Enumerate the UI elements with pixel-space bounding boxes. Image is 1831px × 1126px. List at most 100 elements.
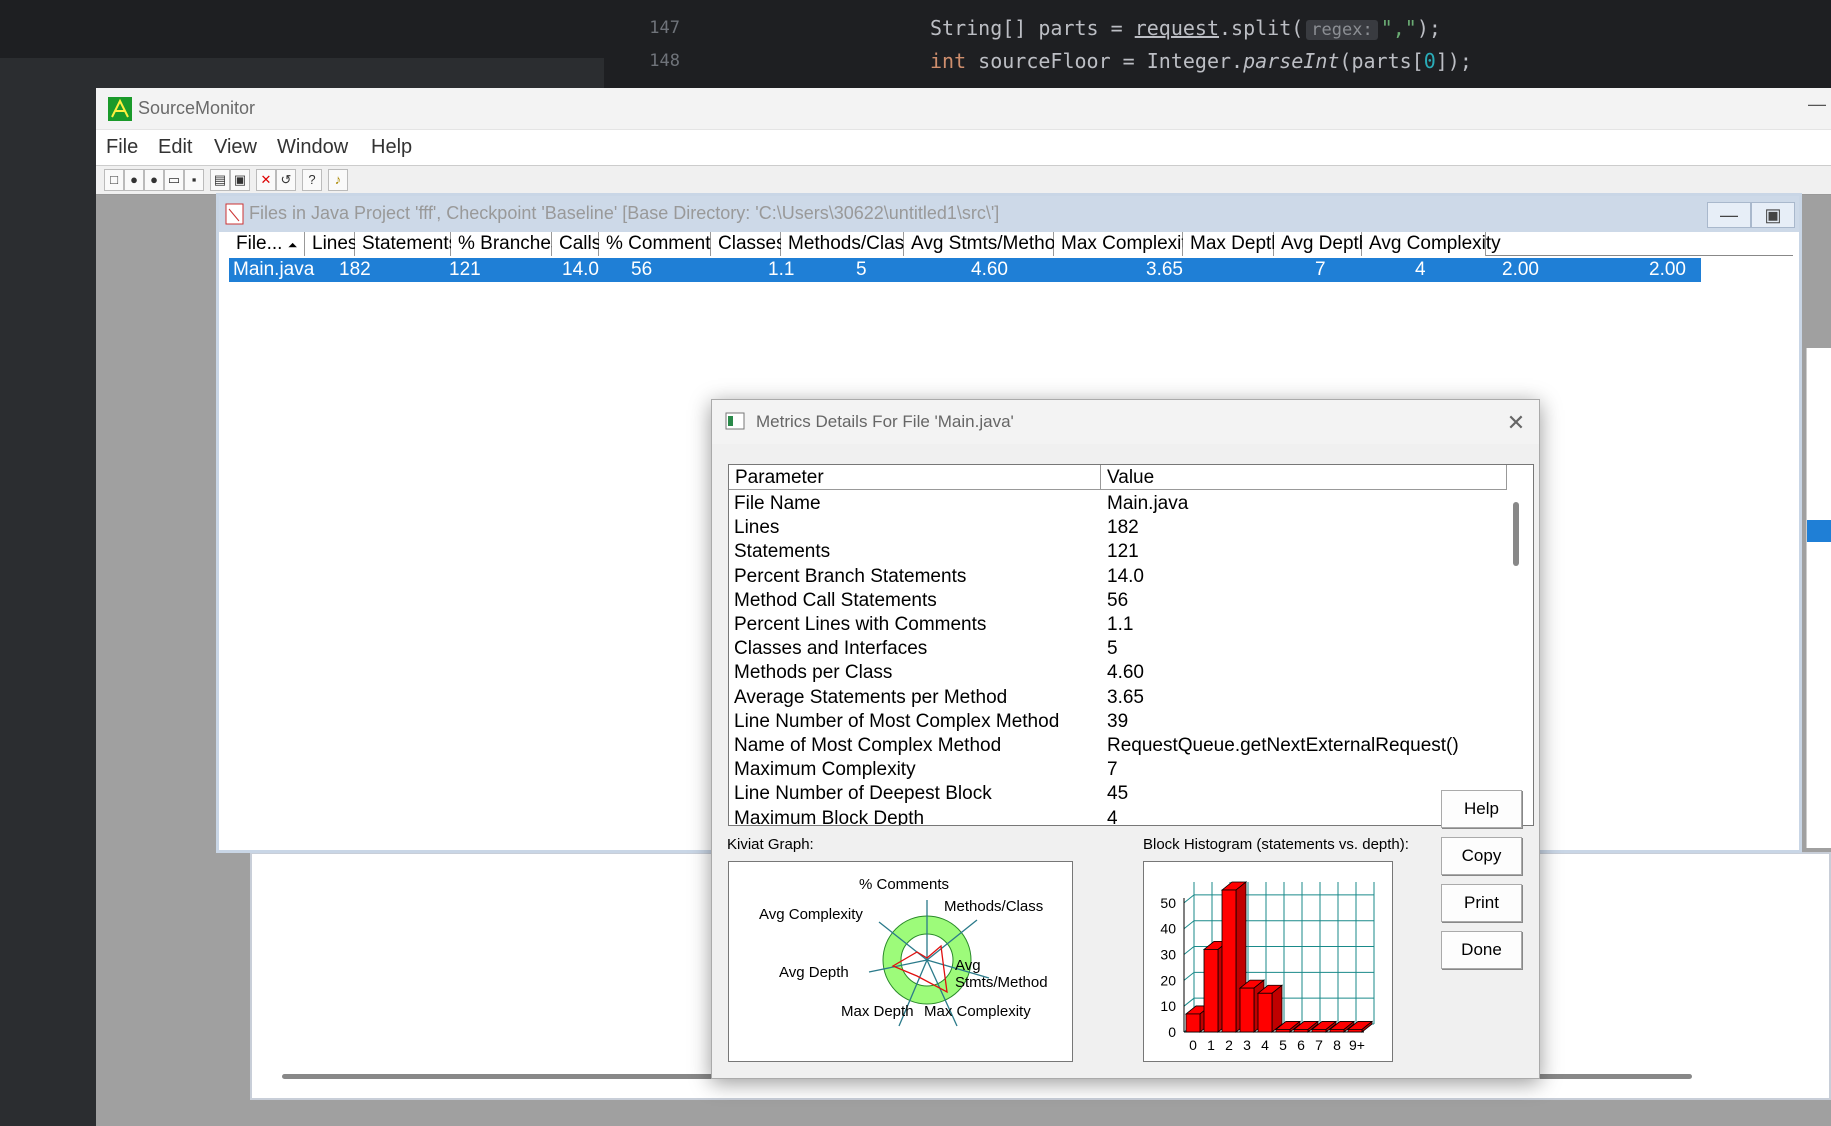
app-title: SourceMonitor bbox=[138, 98, 256, 118]
done-button[interactable]: Done bbox=[1441, 931, 1522, 969]
bar bbox=[1329, 1029, 1345, 1033]
delete-icon[interactable]: ✕ bbox=[256, 169, 276, 191]
param-value: 4.60 bbox=[1107, 662, 1144, 684]
table-cell: 2.00 bbox=[1649, 259, 1686, 280]
parameter-list[interactable]: Parameter Value File Name Main.java Lines 1… bbox=[728, 464, 1534, 826]
column-header[interactable]: Max Depth bbox=[1183, 232, 1282, 256]
ide-gutter: 147 148 bbox=[620, 0, 680, 88]
kiviat-axis-label: Max Complexity bbox=[924, 1003, 1031, 1020]
param-row[interactable]: File Name Main.java bbox=[729, 492, 1519, 516]
column-header[interactable]: Statements bbox=[355, 232, 458, 256]
param-name: Classes and Interfaces bbox=[734, 638, 928, 660]
x-tick-label: 1 bbox=[1207, 1037, 1215, 1053]
column-header[interactable]: File... ⏶ bbox=[229, 232, 305, 256]
column-header[interactable]: Avg Stmts/Method bbox=[904, 232, 1066, 256]
toolbar: □ ● ● ▭ ▪ ▤ ▣ ✕ ↺ ? ♪ bbox=[96, 165, 1831, 195]
line-number: 147 bbox=[649, 18, 680, 38]
print-button[interactable]: Print bbox=[1441, 884, 1522, 922]
bell-icon[interactable]: ♪ bbox=[328, 169, 348, 191]
bar bbox=[1347, 1029, 1363, 1033]
column-header[interactable]: % Branches bbox=[451, 232, 560, 256]
param-name: Percent Branch Statements bbox=[734, 565, 967, 587]
param-row[interactable]: Methods per Class 4.60 bbox=[729, 661, 1519, 685]
param-row[interactable]: Average Statements per Method 3.65 bbox=[729, 686, 1519, 710]
menu-window[interactable]: Window bbox=[277, 136, 348, 159]
column-header[interactable]: Calls bbox=[552, 232, 601, 256]
param-header[interactable]: Parameter bbox=[729, 465, 1101, 490]
menu-edit[interactable]: Edit bbox=[158, 136, 192, 159]
menu-help[interactable]: Help bbox=[371, 136, 412, 159]
grid-line bbox=[1183, 946, 1195, 955]
print-icon[interactable]: ▤ bbox=[210, 169, 230, 191]
column-header[interactable]: % Comments bbox=[599, 232, 720, 256]
table-cell: 56 bbox=[631, 259, 653, 280]
help-button[interactable]: Help bbox=[1441, 790, 1522, 828]
param-name: Statements bbox=[734, 541, 831, 563]
histogram-label: Block Histogram (statements vs. depth): bbox=[1143, 836, 1409, 853]
param-value: 56 bbox=[1107, 589, 1129, 611]
param-row[interactable]: Classes and Interfaces 5 bbox=[729, 637, 1519, 661]
grid-line bbox=[1183, 920, 1195, 930]
copy-button[interactable]: Copy bbox=[1441, 837, 1522, 875]
table-cell: 5 bbox=[856, 259, 867, 280]
param-row[interactable]: Lines 182 bbox=[729, 516, 1519, 540]
minimize-icon[interactable]: — bbox=[1808, 94, 1826, 115]
param-row[interactable]: Name of Most Complex Method RequestQueue.… bbox=[729, 734, 1519, 758]
bar bbox=[1275, 1029, 1291, 1033]
histogram-chart: 010203040500 1 2 3 4 5 6 7 8 9+ bbox=[1160, 881, 1375, 1053]
column-header[interactable]: Methods/Class bbox=[781, 232, 914, 256]
table-row[interactable]: Main.java 182 121 14.0 56 1.1 5 4.60 3.6… bbox=[229, 258, 1701, 282]
param-name: Method Call Statements bbox=[734, 589, 937, 611]
param-value: 45 bbox=[1107, 783, 1129, 805]
param-value: 5 bbox=[1107, 638, 1118, 660]
column-header[interactable]: Classes bbox=[711, 232, 786, 256]
column-header[interactable]: Lines bbox=[305, 232, 357, 256]
save-icon[interactable]: ▪ bbox=[184, 169, 204, 191]
maximize-button[interactable]: ▣ bbox=[1751, 202, 1795, 228]
table-cell: Main.java bbox=[233, 259, 315, 280]
vertical-scrollbar[interactable] bbox=[1513, 502, 1519, 566]
app-icon bbox=[108, 97, 132, 121]
param-row[interactable]: Statements 121 bbox=[729, 540, 1519, 564]
column-header[interactable]: Max Complexity bbox=[1054, 232, 1196, 256]
help-context-icon[interactable]: ? bbox=[302, 169, 322, 191]
param-row[interactable]: Maximum Block Depth 4 bbox=[729, 807, 1519, 825]
table-cell: 121 bbox=[449, 259, 481, 280]
checkpoint-icon[interactable]: ● bbox=[124, 169, 144, 191]
param-row[interactable]: Percent Lines with Comments 1.1 bbox=[729, 613, 1519, 637]
param-name: Name of Most Complex Method bbox=[734, 735, 1002, 756]
param-row[interactable]: Percent Branch Statements 14.0 bbox=[729, 565, 1519, 589]
refresh-icon[interactable]: ↺ bbox=[276, 169, 296, 191]
x-tick-label: 7 bbox=[1315, 1037, 1323, 1053]
param-name: File Name bbox=[734, 493, 821, 514]
param-name: Line Number of Most Complex Method bbox=[734, 710, 1060, 732]
param-name: Average Statements per Method bbox=[734, 686, 1008, 708]
param-row[interactable]: Method Call Statements 56 bbox=[729, 589, 1519, 613]
table-cell: 14.0 bbox=[562, 259, 599, 280]
table-cell: 4.60 bbox=[971, 259, 1008, 280]
print-preview-icon[interactable]: ▣ bbox=[230, 169, 250, 191]
x-tick-label: 3 bbox=[1243, 1037, 1251, 1053]
column-header[interactable]: Avg Complexity bbox=[1362, 232, 1501, 256]
sourcemonitor-window: SourceMonitor — File Edit View Window He… bbox=[96, 88, 1831, 1126]
y-tick-label: 50 bbox=[1160, 895, 1176, 911]
bar bbox=[1185, 1013, 1201, 1033]
line-number: 148 bbox=[649, 51, 680, 71]
menu-file[interactable]: File bbox=[106, 136, 138, 159]
checkpoint-add-icon[interactable]: ● bbox=[144, 169, 164, 191]
value-header[interactable]: Value bbox=[1101, 465, 1507, 490]
open-icon[interactable]: ▭ bbox=[164, 169, 184, 191]
menu-view[interactable]: View bbox=[214, 136, 257, 159]
param-name: Maximum Block Depth bbox=[734, 807, 925, 825]
x-tick-label: 6 bbox=[1297, 1037, 1305, 1053]
minimize-button[interactable]: — bbox=[1707, 202, 1751, 228]
param-row[interactable]: Line Number of Most Complex Method 39 bbox=[729, 710, 1519, 734]
param-row[interactable]: Line Number of Deepest Block 45 bbox=[729, 782, 1519, 806]
close-icon[interactable]: ✕ bbox=[1502, 409, 1530, 437]
column-header[interactable]: Avg Depth bbox=[1274, 232, 1369, 256]
y-tick-label: 40 bbox=[1160, 921, 1176, 937]
new-icon[interactable]: □ bbox=[104, 169, 124, 191]
param-row[interactable]: Maximum Complexity 7 bbox=[729, 758, 1519, 782]
bar-side bbox=[1271, 984, 1283, 1033]
document-icon bbox=[225, 203, 244, 225]
